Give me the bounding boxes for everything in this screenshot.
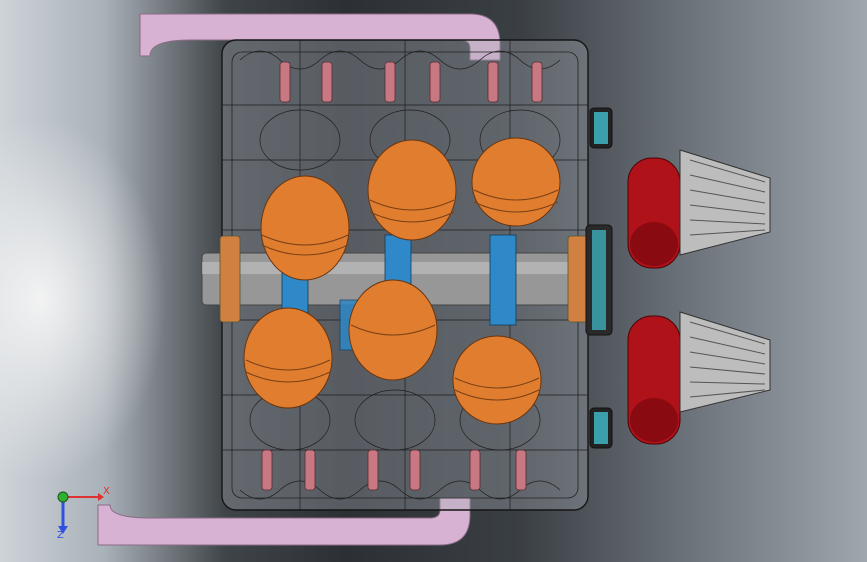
triad-z-label: Z [57, 530, 64, 541]
piston-bottom-1 [243, 307, 333, 409]
timing-pulleys [585, 107, 613, 449]
piston-bottom-2 [348, 279, 438, 381]
piston-bottom-3 [452, 335, 542, 425]
crankshaft-flange [219, 235, 241, 323]
air-filter-bottom [627, 311, 771, 445]
engine-model[interactable] [0, 0, 867, 562]
triad-x-label: X [103, 486, 110, 497]
coordinate-triad-icon [57, 491, 104, 534]
piston-top-3 [471, 137, 561, 227]
piston-top-1 [260, 175, 350, 281]
air-filter-top [627, 149, 771, 269]
model-viewport[interactable]: X Z [0, 0, 867, 562]
piston-top-2 [367, 139, 457, 241]
